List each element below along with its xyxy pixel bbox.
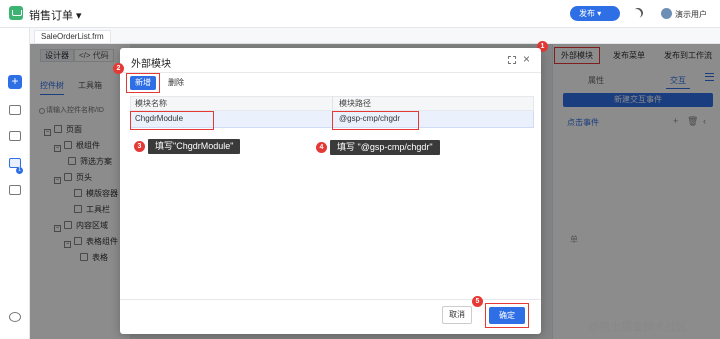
dialog-title: 外部模块 [131, 59, 171, 70]
column-header-path: 模块路径 [339, 99, 371, 108]
app-logo-icon [9, 6, 23, 20]
add-icon[interactable]: + [8, 75, 22, 89]
step-badge-2: 2 [113, 63, 124, 74]
highlight-box-confirm [485, 303, 529, 328]
settings-icon[interactable] [9, 312, 21, 322]
step-badge-5: 5 [472, 296, 483, 307]
comment-icon[interactable] [9, 131, 21, 141]
watermark: @稀土掘金技术社区 [588, 321, 688, 333]
user-name[interactable]: 演示用户 [675, 9, 707, 20]
file-tab-bar: SaleOrderList.frm [30, 28, 720, 44]
moon-icon[interactable] [631, 6, 645, 20]
expand-icon[interactable] [508, 56, 516, 64]
step-badge-3: 3 [134, 141, 145, 152]
app-title-dropdown[interactable]: 销售订单 ▾ [29, 7, 82, 23]
avatar[interactable] [661, 8, 672, 19]
cancel-button[interactable]: 取消 [442, 306, 472, 324]
delete-button[interactable]: 删除 [168, 76, 184, 90]
external-modules-dialog: 外部模块 × 新增 2 删除 模块名称 模块路径 ChgdrModule @gs… [113, 48, 541, 334]
highlight-box-path [332, 111, 419, 130]
highlight-box-name [130, 111, 214, 130]
left-rail: + 1 [0, 28, 30, 339]
highlight-box-add [126, 73, 160, 93]
document-icon[interactable] [9, 185, 21, 195]
publish-button[interactable]: 发布 ▾ [570, 6, 620, 21]
top-bar: 销售订单 ▾ 发布 ▾ 演示用户 [0, 0, 720, 28]
step-badge-4: 4 [316, 142, 327, 153]
canvas-hint-text: 单 [570, 235, 578, 244]
file-tab[interactable]: SaleOrderList.frm [34, 30, 111, 43]
home-icon[interactable] [9, 105, 21, 115]
tip-step-3: 填写"ChgdrModule" [148, 139, 241, 154]
divider [120, 72, 541, 73]
tip-step-4: 填写 "@gsp-cmp/chgdr" [330, 140, 440, 155]
column-header-name: 模块名称 [135, 99, 167, 108]
notification-badge: 1 [16, 167, 23, 174]
close-icon[interactable]: × [523, 52, 530, 66]
